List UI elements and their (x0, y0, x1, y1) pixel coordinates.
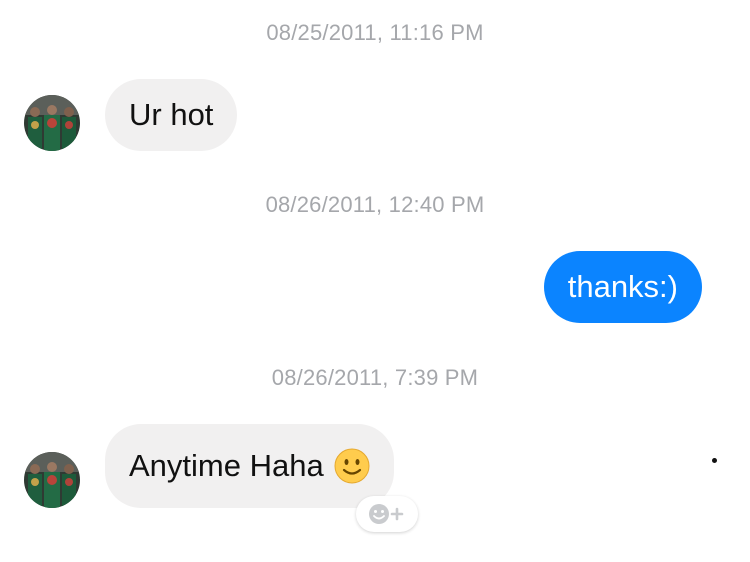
message-text: Anytime Haha (129, 448, 324, 483)
timestamp-1: 08/25/2011, 11:16 PM (266, 20, 484, 45)
sender-avatar-2[interactable] (24, 452, 80, 508)
message-text: thanks:) (567, 269, 678, 304)
slightly-smiling-face-icon (334, 448, 370, 484)
message-bubble-incoming[interactable]: Ur hot (105, 79, 238, 151)
message-bubble-incoming[interactable]: Anytime Haha (105, 424, 394, 508)
sender-avatar-1[interactable] (24, 95, 80, 151)
timestamp-2: 08/26/2011, 12:40 PM (265, 192, 485, 217)
add-reaction-button[interactable] (356, 496, 418, 532)
status-dot (712, 458, 717, 463)
message-bubble-outgoing[interactable]: thanks:) (543, 251, 702, 323)
message-text: Ur hot (129, 97, 214, 132)
timestamp-3: 08/26/2011, 7:39 PM (271, 365, 479, 390)
smiley-add-icon (365, 502, 409, 526)
